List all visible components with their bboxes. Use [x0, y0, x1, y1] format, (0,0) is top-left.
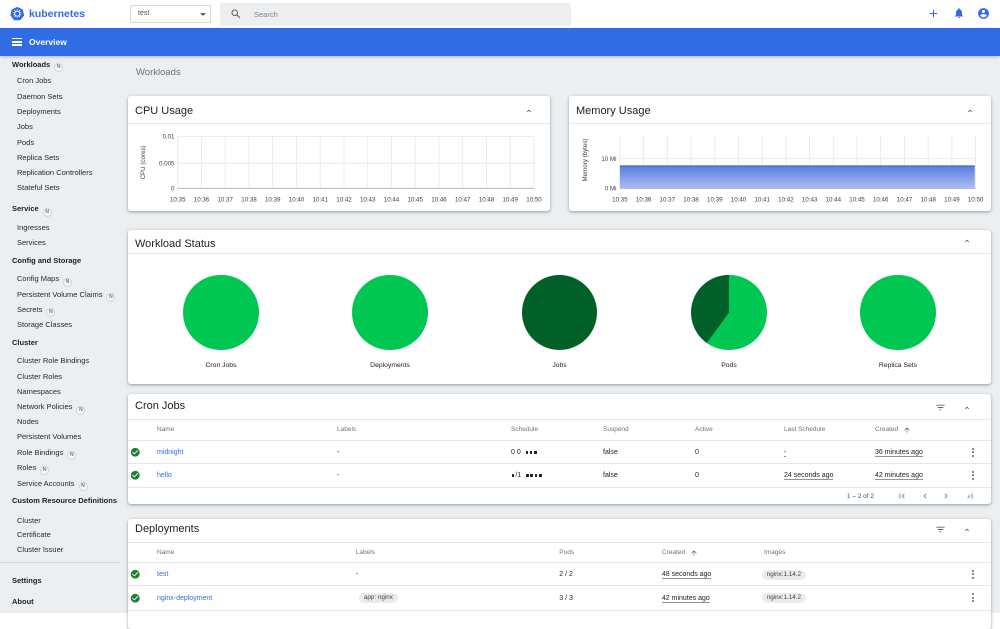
svg-text:Memory (bytes): Memory (bytes) — [582, 139, 589, 182]
svg-text:10:35: 10:35 — [170, 196, 186, 203]
svg-text:10:40: 10:40 — [731, 196, 747, 203]
svg-text:10:39: 10:39 — [707, 196, 723, 203]
svg-text:CPU (cores): CPU (cores) — [140, 145, 147, 179]
svg-text:10:48: 10:48 — [920, 196, 936, 203]
svg-text:10:41: 10:41 — [312, 196, 328, 203]
svg-text:0.005: 0.005 — [159, 160, 175, 167]
svg-text:10:43: 10:43 — [802, 196, 818, 203]
svg-text:10:48: 10:48 — [479, 196, 495, 203]
svg-text:10:38: 10:38 — [241, 196, 257, 203]
svg-text:10:45: 10:45 — [407, 196, 423, 203]
svg-text:10:47: 10:47 — [455, 196, 471, 203]
svg-text:10:39: 10:39 — [265, 196, 281, 203]
svg-text:10:37: 10:37 — [660, 196, 676, 203]
svg-text:10:44: 10:44 — [826, 196, 842, 203]
svg-text:10:43: 10:43 — [360, 196, 376, 203]
svg-text:10:36: 10:36 — [636, 196, 652, 203]
svg-text:10:42: 10:42 — [778, 196, 794, 203]
svg-text:10:46: 10:46 — [431, 196, 447, 203]
svg-text:10:49: 10:49 — [944, 196, 960, 203]
svg-text:10:37: 10:37 — [217, 196, 233, 203]
svg-text:10:46: 10:46 — [873, 196, 889, 203]
svg-text:0: 0 — [171, 186, 175, 193]
svg-text:10 Mi: 10 Mi — [601, 156, 616, 163]
svg-text:10:45: 10:45 — [849, 196, 865, 203]
svg-text:0.01: 0.01 — [162, 134, 175, 141]
svg-text:10:47: 10:47 — [897, 196, 913, 203]
svg-text:10:36: 10:36 — [194, 196, 210, 203]
svg-text:10:42: 10:42 — [336, 196, 352, 203]
svg-text:10:50: 10:50 — [526, 196, 542, 203]
svg-text:10:44: 10:44 — [384, 196, 400, 203]
svg-text:0 Mi: 0 Mi — [605, 186, 617, 193]
svg-text:10:50: 10:50 — [968, 196, 984, 203]
svg-text:10:49: 10:49 — [502, 196, 518, 203]
svg-text:10:35: 10:35 — [612, 196, 628, 203]
svg-text:10:38: 10:38 — [683, 196, 699, 203]
svg-text:10:41: 10:41 — [754, 196, 770, 203]
svg-text:10:40: 10:40 — [289, 196, 305, 203]
